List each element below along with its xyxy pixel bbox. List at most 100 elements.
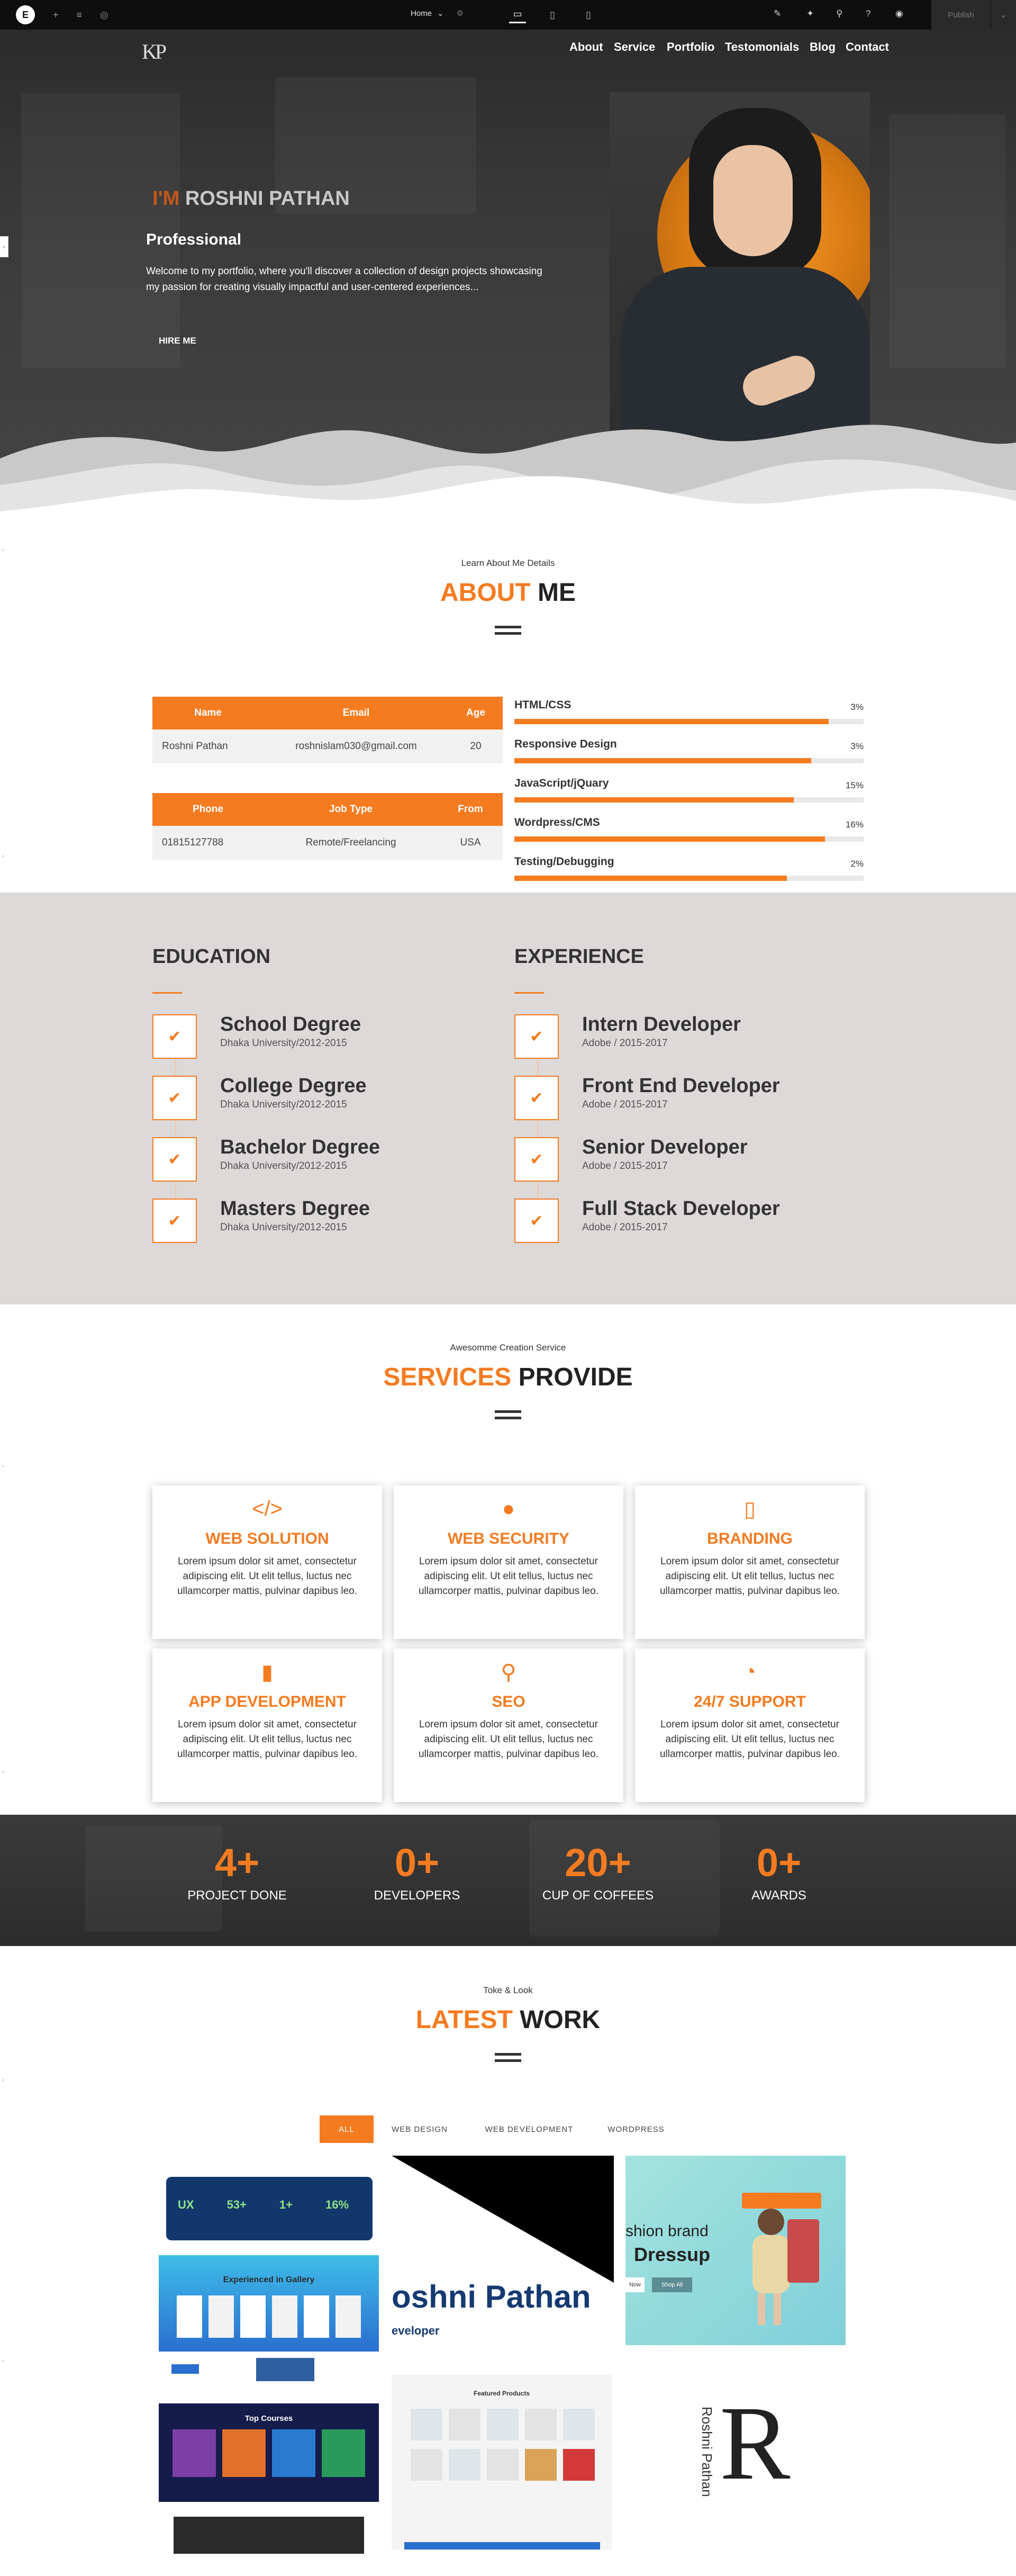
nav-contact[interactable]: Contact	[846, 40, 889, 54]
divider	[495, 1410, 521, 1413]
gallery-grid	[159, 2295, 379, 2338]
check-icon: ✔	[152, 1014, 197, 1059]
gallery-caption: Experienced in Gallery	[223, 2275, 315, 2284]
brand-shape	[392, 2156, 614, 2283]
about-title-rest: ME	[530, 579, 576, 607]
nav-service[interactable]: Service	[614, 40, 655, 54]
page-selector[interactable]: Home ⌄ ⚙	[411, 8, 464, 19]
publish-button[interactable]: Publish	[931, 0, 991, 30]
filter-web-design[interactable]: WEB DESIGN	[380, 2115, 459, 2143]
service-card[interactable]: ▮ APP DEVELOPMENT Lorem ipsum dolor sit …	[152, 1649, 382, 1802]
section-handle[interactable]: ›	[2, 547, 4, 553]
experience-item-title: Senior Developer	[582, 1136, 748, 1158]
tablet-view-icon[interactable]: ▯	[544, 6, 561, 23]
skill-label: Testing/Debugging	[514, 855, 614, 868]
section-handle[interactable]: ›	[2, 853, 4, 859]
add-icon[interactable]: +	[53, 10, 59, 21]
work-title: LATEST WORK	[0, 2005, 1016, 2034]
section-handle[interactable]: ›	[2, 2358, 4, 2364]
skill-label: HTML/CSS	[514, 699, 572, 711]
counter-label: CUP OF COFFEES	[542, 1888, 654, 1903]
service-card[interactable]: </> WEB SOLUTION Lorem ipsum dolor sit a…	[152, 1485, 382, 1639]
brush-icon[interactable]: ✎	[774, 8, 781, 19]
search-icon[interactable]: ⚲	[836, 8, 842, 19]
preview-icon[interactable]: ◉	[895, 8, 903, 19]
section-handle[interactable]: ›	[2, 1769, 4, 1775]
ai-icon[interactable]: ✦	[806, 8, 814, 19]
skill-fill	[514, 719, 829, 724]
service-title: WEB SECURITY	[447, 1530, 569, 1547]
portfolio-item[interactable]: Roshni Pathan R	[635, 2375, 847, 2544]
education-item-sub: Dhaka University/2012-2015	[220, 1160, 347, 1172]
stat-value: UX	[178, 2198, 194, 2211]
service-card[interactable]: ⚲ SEO Lorem ipsum dolor sit amet, consec…	[394, 1649, 623, 1802]
portfolio-item[interactable]: oshni Pathan eveloper	[392, 2156, 614, 2344]
education-item-title: Masters Degree	[220, 1197, 370, 1220]
experience-item-sub: Adobe / 2015-2017	[582, 1160, 668, 1172]
about-title-accent: ABOUT	[440, 579, 531, 607]
nav-blog[interactable]: Blog	[810, 40, 836, 54]
counter-label: PROJECT DONE	[187, 1888, 287, 1903]
layers-icon[interactable]: ◎	[100, 10, 108, 21]
experience-item-title: Front End Developer	[582, 1075, 780, 1097]
nav-portfolio[interactable]: Portfolio	[667, 40, 714, 54]
service-text: Lorem ipsum dolor sit amet, consectetur …	[177, 1556, 358, 1597]
service-card[interactable]: ◔ 24/7 SUPPORT Lorem ipsum dolor sit ame…	[635, 1649, 865, 1802]
products-grid	[411, 2409, 595, 2481]
panel-toggle[interactable]: ‹	[0, 236, 8, 257]
settings-icon[interactable]: ⚙	[457, 8, 464, 18]
structure-icon[interactable]: ≡	[77, 10, 83, 21]
filter-all[interactable]: ALL	[320, 2115, 374, 2143]
brand-sub: eveloper	[392, 2324, 440, 2337]
about-title: ABOUT ME	[0, 578, 1016, 607]
nav-about[interactable]: About	[569, 40, 603, 54]
service-text: Lorem ipsum dolor sit amet, consectetur …	[659, 1556, 840, 1597]
check-icon: ✔	[514, 1014, 559, 1059]
check-icon: ✔	[152, 1076, 197, 1120]
filter-wordpress[interactable]: WORDPRESS	[598, 2115, 674, 2143]
about-pretitle: Learn About Me Details	[461, 558, 555, 568]
mobile-icon: ▮	[261, 1661, 273, 1684]
mobile-view-icon[interactable]: ▯	[580, 6, 597, 23]
gallery-banner: Experienced in Gallery	[159, 2255, 379, 2352]
stat-value: 1+	[279, 2198, 293, 2211]
hire-me-button[interactable]: HIRE ME	[146, 329, 209, 353]
portfolio-item[interactable]: Top Courses	[159, 2358, 379, 2554]
experience-item-title: Full Stack Developer	[582, 1197, 780, 1220]
desktop-view-icon[interactable]: ▭	[509, 6, 526, 23]
counter-number: 0+	[394, 1841, 440, 1885]
table-cell: Remote/Freelancing	[305, 837, 396, 848]
portfolio-item[interactable]: shion brand Dressup Now Shop All	[625, 2156, 846, 2345]
work-pretitle: Toke & Look	[483, 1985, 533, 1995]
portfolio-item[interactable]: Featured Products	[392, 2375, 612, 2550]
skill-bar: Responsive Design 3%	[514, 738, 864, 763]
counter-label: DEVELOPERS	[374, 1888, 460, 1903]
signature-letter: R	[720, 2385, 791, 2502]
clock-icon: ◔	[743, 1660, 757, 1683]
table-row: Roshni Pathan roshnislam030@gmail.com 20	[152, 729, 503, 763]
title-underline	[514, 992, 544, 994]
portfolio-item[interactable]: UX 53+ 1+ 16% Experienced in Gallery	[159, 2156, 379, 2352]
nav-testimonials[interactable]: Testomonials	[725, 40, 799, 54]
experience-item-sub: Adobe / 2015-2017	[582, 1222, 668, 1233]
service-card[interactable]: ▯ BRANDING Lorem ipsum dolor sit amet, c…	[635, 1485, 865, 1639]
section-handle[interactable]: ›	[2, 1463, 4, 1469]
check-icon: ✔	[514, 1137, 559, 1182]
elementor-logo[interactable]: E	[16, 5, 35, 24]
signature-text: Roshni Pathan	[699, 2407, 715, 2497]
service-card[interactable]: ● WEB SECURITY Lorem ipsum dolor sit ame…	[394, 1485, 623, 1639]
fashion-line-2: Dressup	[634, 2244, 711, 2265]
table-cell: roshnislam030@gmail.com	[295, 741, 417, 752]
skill-percent: 3%	[850, 741, 864, 751]
site-logo[interactable]: KP	[142, 39, 167, 64]
table-header-cell: From	[458, 804, 483, 815]
table-cell: 01815127788	[162, 837, 224, 848]
section-handle[interactable]: ›	[2, 2077, 4, 2083]
publish-options-icon[interactable]: ⌄	[991, 0, 1016, 30]
services-pretitle: Awesomme Creation Service	[450, 1343, 566, 1353]
products-caption: Featured Products	[473, 2390, 530, 2397]
skill-bar: Wordpress/CMS 16%	[514, 816, 864, 842]
help-icon[interactable]: ?	[866, 8, 870, 19]
filter-web-development[interactable]: WEB DEVELOPMENT	[471, 2115, 587, 2143]
counter-number: 20+	[565, 1841, 631, 1885]
